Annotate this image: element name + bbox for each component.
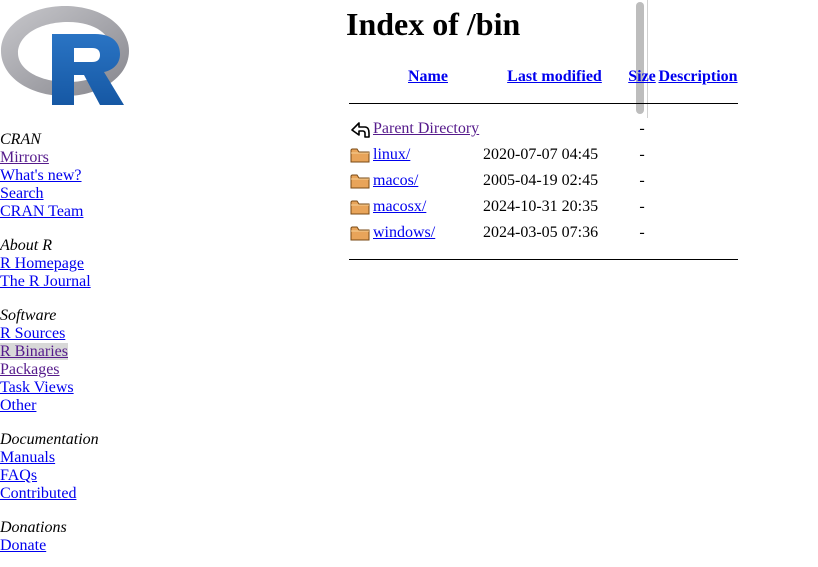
nav-link-label: Donate	[0, 537, 47, 554]
last-modified-cell: 2024-03-05 07:36	[483, 224, 599, 241]
nav-link-donate[interactable]: Donate	[0, 537, 67, 555]
table-row: Parent Directory -	[349, 116, 738, 142]
folder-icon	[349, 194, 373, 220]
navigation-frame: CRAN Mirrors What's new? Search CRAN Team Abo…	[0, 0, 318, 567]
directory-listing-table: Name Last modified Size Description Pare…	[349, 64, 738, 272]
sort-by-name-link[interactable]: Name	[408, 68, 448, 85]
nav-link-label: Other	[0, 397, 37, 414]
description-cell	[658, 220, 738, 246]
nav-link-what-s-new[interactable]: What's new?	[0, 167, 83, 185]
nav-link-cran-team[interactable]: CRAN Team	[0, 203, 83, 221]
description-cell	[658, 194, 738, 220]
frame-divider[interactable]	[316, 0, 648, 118]
nav-section-heading: Documentation	[0, 431, 99, 448]
directory-link[interactable]: macos/	[373, 172, 418, 189]
description-cell	[658, 116, 738, 142]
size-column-header[interactable]: Size	[626, 64, 658, 90]
nav-link-label: Mirrors	[0, 149, 49, 166]
nav-link-label: The R Journal	[0, 273, 91, 290]
nav-link-manuals[interactable]: Manuals	[0, 449, 99, 467]
content-frame: Index of /bin Name Last modified Size De…	[332, 0, 818, 567]
table-row: windows/2024-03-05 07:36 -	[349, 220, 738, 246]
page-title: Index of /bin	[346, 6, 521, 42]
table-row: linux/2020-07-07 04:45 -	[349, 142, 738, 168]
directory-link[interactable]: linux/	[373, 146, 410, 163]
nav-section-software: Software R Sources R Binaries Packages Task …	[0, 307, 74, 415]
last-modified-cell: 2005-04-19 02:45	[483, 172, 599, 189]
folder-icon	[349, 142, 373, 168]
nav-link-label: Task Views	[0, 379, 74, 396]
size-cell: -	[639, 198, 645, 215]
nav-section-heading: About R	[0, 237, 52, 254]
footer-divider	[349, 258, 738, 260]
nav-link-label: CRAN Team	[0, 203, 84, 220]
size-cell: -	[639, 120, 645, 137]
nav-link-the-r-journal[interactable]: The R Journal	[0, 273, 91, 291]
size-cell: -	[639, 224, 645, 241]
nav-section-heading: Donations	[0, 519, 67, 536]
table-row: macosx/2024-10-31 20:35 -	[349, 194, 738, 220]
nav-link-other[interactable]: Other	[0, 397, 74, 415]
folder-icon	[349, 168, 373, 194]
nav-link-r-homepage[interactable]: R Homepage	[0, 255, 91, 273]
name-cell: linux/	[373, 142, 483, 168]
nav-link-label: FAQs	[0, 467, 38, 484]
nav-link-label: Packages	[0, 361, 60, 378]
sort-by-last-modified-link[interactable]: Last modified	[507, 68, 602, 85]
directory-link[interactable]: windows/	[373, 224, 435, 241]
icon-column-header	[349, 64, 373, 90]
sort-by-size-link[interactable]: Size	[628, 68, 656, 85]
nav-link-task-views[interactable]: Task Views	[0, 379, 74, 397]
nav-link-label: Search	[0, 185, 44, 202]
name-cell: macos/	[373, 168, 483, 194]
nav-link-search[interactable]: Search	[0, 185, 83, 203]
nav-link-r-binaries[interactable]: R Binaries	[0, 343, 74, 361]
nav-section-documentation: Documentation Manuals FAQs Contributed	[0, 431, 99, 503]
size-cell: -	[639, 146, 645, 163]
nav-section-heading: CRAN	[0, 131, 41, 148]
nav-link-label: What's new?	[0, 167, 82, 184]
nav-link-r-sources[interactable]: R Sources	[0, 325, 74, 343]
name-cell: windows/	[373, 220, 483, 246]
last-modified-cell	[483, 116, 626, 142]
parent-directory-icon	[349, 116, 373, 142]
last-modified-cell: 2024-10-31 20:35	[483, 198, 599, 215]
nav-link-contributed[interactable]: Contributed	[0, 485, 99, 503]
table-header-row: Name Last modified Size Description	[349, 64, 738, 90]
folder-icon	[349, 220, 373, 246]
nav-link-label: Contributed	[0, 485, 77, 502]
last-modified-cell: 2020-07-07 04:45	[483, 146, 599, 163]
directory-link[interactable]: Parent Directory	[373, 120, 479, 137]
nav-link-faqs[interactable]: FAQs	[0, 467, 99, 485]
description-column-header[interactable]: Description	[658, 64, 738, 90]
name-cell: Parent Directory	[373, 116, 483, 142]
nav-link-label: Manuals	[0, 449, 56, 466]
sort-by-description-link[interactable]: Description	[658, 68, 737, 85]
nav-section-about-r: About RR Homepage The R Journal	[0, 237, 91, 291]
nav-link-label: R Homepage	[0, 255, 84, 272]
nav-link-mirrors[interactable]: Mirrors	[0, 149, 83, 167]
footer-divider-row	[349, 246, 738, 272]
r-logo-icon[interactable]	[0, 4, 130, 108]
last-modified-column-header[interactable]: Last modified	[483, 64, 626, 90]
nav-link-packages[interactable]: Packages	[0, 361, 74, 379]
nav-link-label: R Binaries	[0, 343, 68, 360]
size-cell: -	[639, 172, 645, 189]
nav-section-donations: Donations Donate	[0, 519, 67, 555]
nav-link-label: R Sources	[0, 325, 66, 342]
name-column-header[interactable]: Name	[373, 64, 483, 90]
nav-section-heading: Software	[0, 307, 57, 324]
description-cell	[658, 168, 738, 194]
header-divider	[349, 102, 738, 104]
directory-link[interactable]: macosx/	[373, 198, 426, 215]
nav-section-cran: CRAN Mirrors What's new? Search CRAN Team	[0, 131, 83, 221]
table-row: macos/2005-04-19 02:45 -	[349, 168, 738, 194]
name-cell: macosx/	[373, 194, 483, 220]
header-divider-row	[349, 90, 738, 116]
description-cell	[658, 142, 738, 168]
